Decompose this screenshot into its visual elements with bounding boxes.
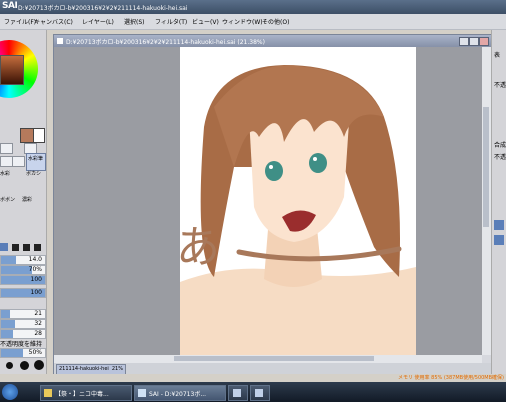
start-orb-icon[interactable] (2, 384, 18, 400)
shape-block-icon[interactable] (34, 244, 41, 251)
app-titlebar: SAI D:¥20713ボカロ-b¥200316¥2¥2¥211114-haku… (0, 0, 506, 14)
tool-ribbon-label[interactable]: ボボン (0, 196, 15, 203)
taskbar-item[interactable] (250, 385, 270, 401)
background-swatch[interactable] (33, 128, 45, 143)
right-panel-text: 合成 (494, 142, 506, 149)
menu-bar: ファイル(F) キャンバス(C) レイヤー(L) 選択(S) フィルタ(T) ビ… (0, 14, 506, 30)
right-panel-text: 不透 (494, 154, 506, 161)
brush-dot-icon[interactable] (34, 360, 44, 370)
folder-icon (44, 389, 52, 397)
window-title: D:¥20713ボカロ-b¥200316¥2¥2¥211114-hakuoki-… (18, 5, 188, 12)
right-panel-text: 表 (494, 52, 501, 59)
document-window: D:¥20713ボカロ-b¥200316¥2¥2¥211114-hakuoki-… (53, 34, 492, 376)
sai-app-icon (138, 389, 146, 397)
os-taskbar: 【祭・】ニコ中毒... SAI - D:¥20713ボ... (0, 382, 506, 402)
tool-blur-label[interactable]: ボカシ (26, 170, 41, 177)
canvas-area[interactable]: あ (54, 47, 482, 355)
slider-value: 50% (28, 349, 42, 356)
layer-thumbnail[interactable] (494, 235, 504, 245)
opacity-slider[interactable]: 50% (0, 348, 46, 358)
left-eye (265, 161, 283, 181)
tool-lasso[interactable] (12, 156, 25, 167)
taskbar-item-active[interactable]: SAI - D:¥20713ボ... (134, 385, 226, 401)
slider-value: 100 (30, 289, 42, 296)
shape-block-icon[interactable] (23, 244, 30, 251)
menu-select[interactable]: 選択(S) (124, 17, 145, 26)
app-logo: SAI (2, 1, 18, 11)
persistence-slider[interactable]: 32 (0, 319, 46, 329)
shape-square-icon[interactable] (0, 243, 8, 251)
document-titlebar: D:¥20713ボカロ-b¥200316¥2¥2¥211114-hakuoki-… (54, 35, 491, 47)
blur-slider[interactable]: 28 (0, 329, 46, 339)
menu-layer[interactable]: レイヤー(L) (82, 17, 114, 26)
taskbar-item[interactable] (228, 385, 248, 401)
tool-watercolor-label: 水彩筆 (28, 156, 44, 162)
left-eye-highlight (269, 165, 273, 169)
app-icon (233, 389, 241, 397)
keep-opacity-label[interactable]: 不透明度を維持 (0, 339, 42, 348)
slider-fill (1, 330, 14, 338)
tool-watercolor[interactable]: 水彩筆 (26, 153, 46, 171)
blend-slider[interactable]: 100 (0, 288, 46, 298)
tool-thick-label[interactable]: 濃彩 (22, 196, 32, 203)
document-tab-zoom: 21% (111, 366, 123, 372)
right-layer-panel: 表 不透 合成 不透 (491, 30, 506, 374)
dilution-slider[interactable]: 21 (0, 309, 46, 319)
minimize-button[interactable] (459, 37, 469, 46)
menu-canvas[interactable]: キャンバス(C) (34, 17, 73, 26)
slider-value: 100 (30, 276, 42, 283)
color-square[interactable] (0, 55, 24, 85)
density-slider[interactable]: 100 (0, 275, 46, 285)
handwritten-glyph: あ (176, 222, 220, 273)
menu-filter[interactable]: フィルタ(T) (155, 17, 187, 26)
slider-fill (1, 256, 17, 264)
artwork-canvas[interactable]: あ (54, 47, 482, 355)
slider-fill (1, 266, 32, 274)
document-tab-label: 211114-hakuoki-hei (59, 366, 109, 372)
menu-view[interactable]: ビュー(V) (192, 17, 219, 26)
document-icon (57, 38, 63, 44)
slider-value: 32 (34, 320, 42, 327)
right-panel-text: 不透 (494, 82, 506, 89)
slider-value: 70% (28, 266, 42, 273)
close-button[interactable] (479, 37, 489, 46)
vertical-scroll-thumb[interactable] (483, 107, 489, 227)
brush-dot-icon[interactable] (6, 362, 13, 369)
app-icon (255, 389, 263, 397)
taskbar-item-label: 【祭・】ニコ中毒... (55, 391, 109, 398)
slider-value: 14.0 (28, 256, 42, 263)
horizontal-scrollbar[interactable] (54, 355, 482, 363)
document-title: D:¥20713ボカロ-b¥200316¥2¥2¥211114-hakuoki-… (66, 39, 265, 46)
maximize-button[interactable] (469, 37, 479, 46)
slider-fill (1, 310, 11, 318)
min-size-slider[interactable]: 70% (0, 265, 46, 275)
document-tab-strip: 211114-hakuoki-hei 21% (54, 363, 491, 375)
slider-value: 21 (34, 310, 42, 317)
layer-thumbnail[interactable] (494, 220, 504, 230)
memory-status: メモリ 使用率 85% (387MB使用/500MB確保) (397, 375, 504, 381)
brush-dot-icon[interactable] (20, 361, 29, 370)
horizontal-scroll-thumb[interactable] (174, 356, 374, 361)
menu-other[interactable]: その他(O) (262, 17, 289, 26)
slider-fill (1, 320, 16, 328)
taskbar-item-label: SAI - D:¥20713ボ... (149, 391, 207, 398)
right-eye-highlight (313, 157, 317, 161)
vertical-scrollbar[interactable] (482, 47, 491, 355)
tool-pencil[interactable] (0, 143, 13, 154)
slider-value: 28 (34, 330, 42, 337)
tool-wc-label[interactable]: 水彩 (0, 170, 10, 177)
status-bar: メモリ 使用率 85% (387MB使用/500MB確保) (0, 374, 506, 382)
right-eye (309, 153, 327, 173)
menu-window[interactable]: ウィンドウ(W) (222, 17, 263, 26)
shape-block-icon[interactable] (12, 244, 19, 251)
taskbar-item[interactable]: 【祭・】ニコ中毒... (40, 385, 132, 401)
brush-size-slider[interactable]: 14.0 (0, 255, 46, 265)
brush-shape-row (0, 243, 46, 252)
slider-fill (1, 349, 23, 357)
left-tool-panel: 水彩筆 ボカシ 水彩 ボボン 濃彩 14.0 70% 100 100 21 32… (0, 30, 47, 374)
menu-file[interactable]: ファイル(F) (4, 17, 36, 26)
